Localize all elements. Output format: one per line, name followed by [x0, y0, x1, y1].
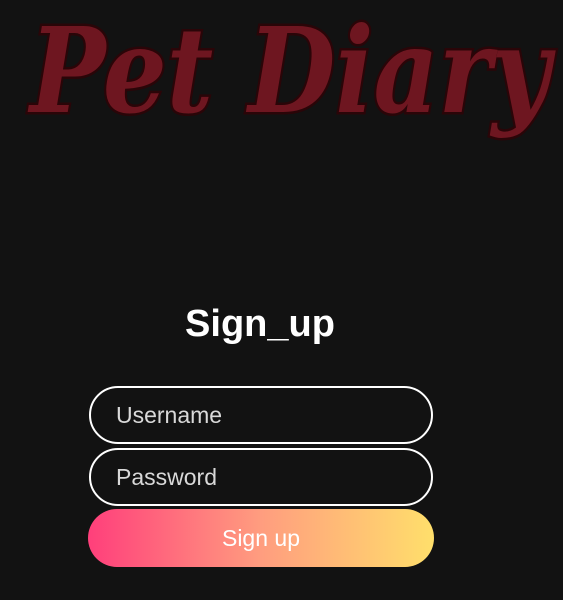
password-input[interactable] [89, 448, 433, 506]
page-title: Sign_up [185, 303, 335, 345]
sign-up-button[interactable]: Sign up [88, 509, 434, 567]
logo-text: Pet Diary [27, 1, 556, 140]
signup-page: Pet Diary Sign_up Sign up [0, 0, 563, 600]
username-input[interactable] [89, 386, 433, 444]
pet-diary-logo: Pet Diary [25, 0, 559, 143]
